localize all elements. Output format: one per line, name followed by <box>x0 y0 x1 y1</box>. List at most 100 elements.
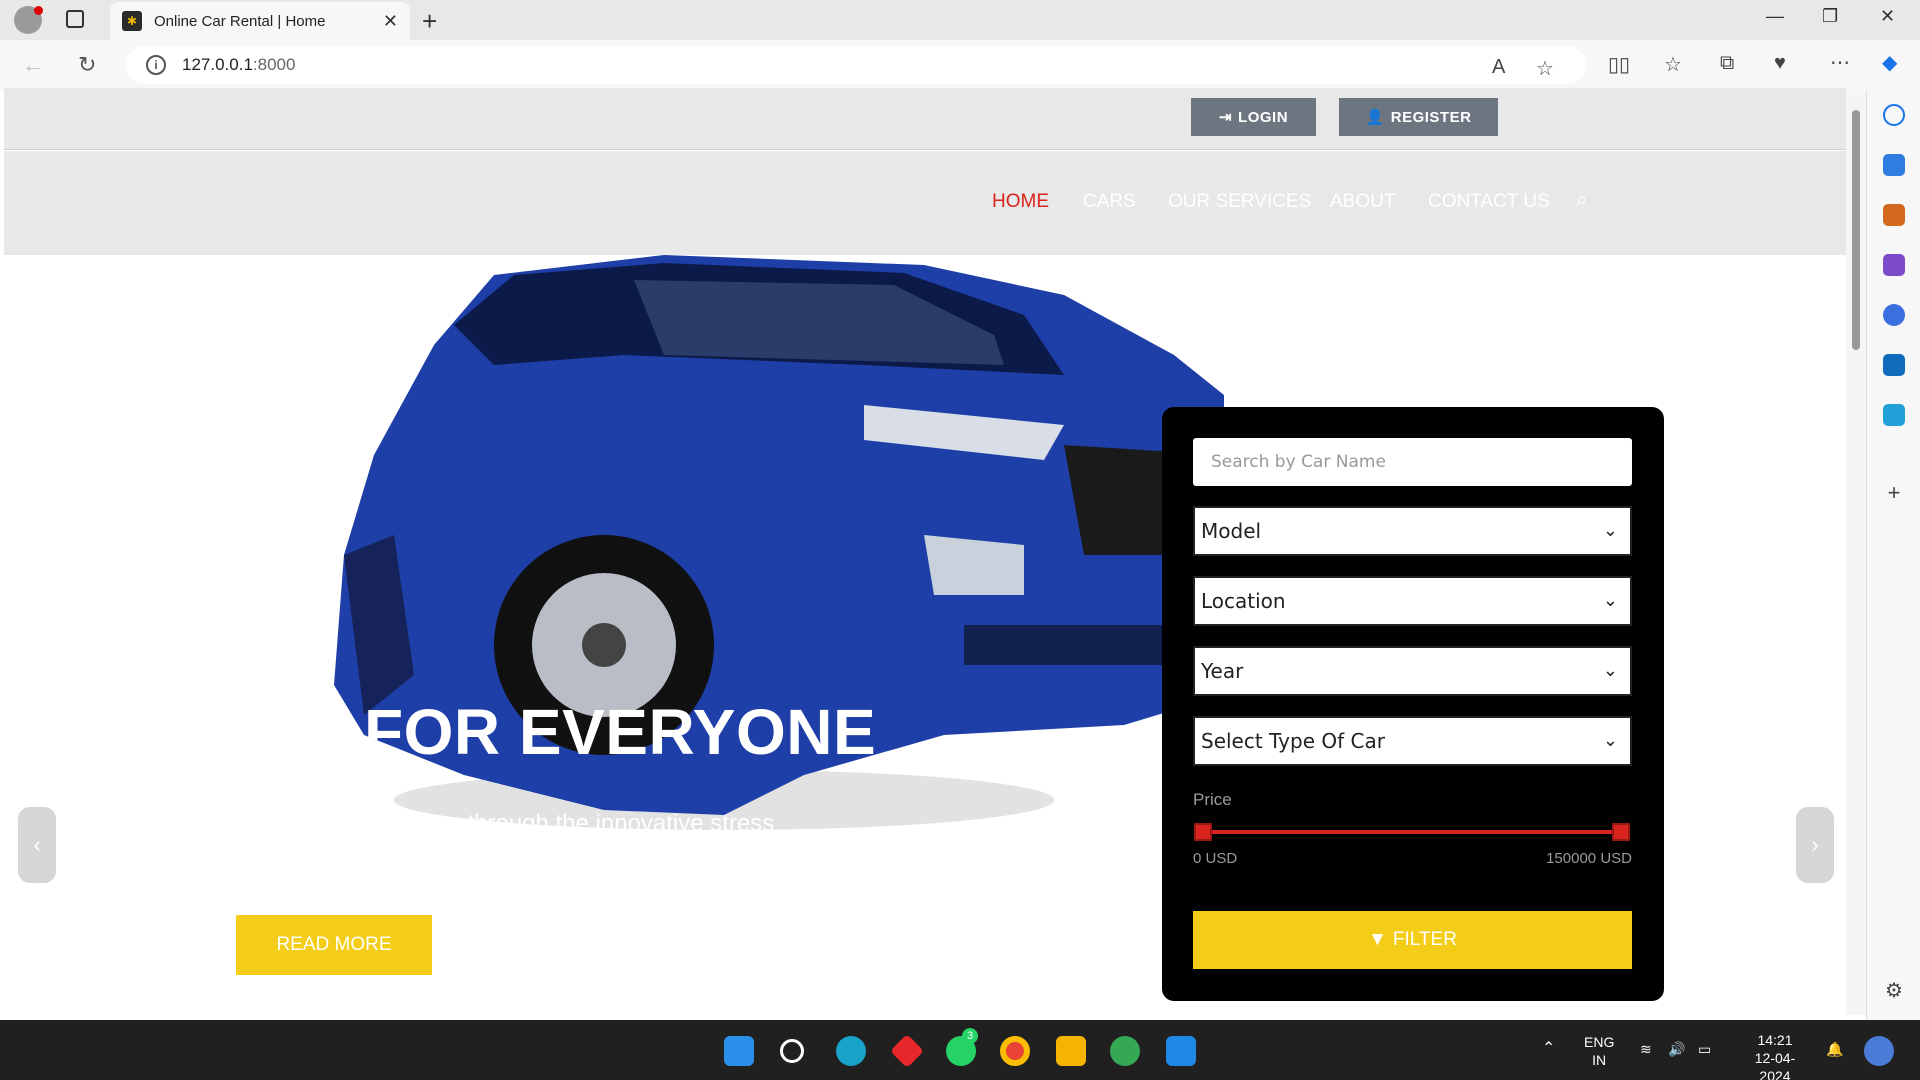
refresh-icon[interactable]: ↻ <box>78 52 96 78</box>
outlook-icon[interactable] <box>1883 354 1905 376</box>
webpage: ⇥ LOGIN 👤 REGISTER HOME CARS OUR SERVICE… <box>4 88 1846 1015</box>
taskbar: 3 ⌃ ENG IN ≋ 🔊 ▭ 14:21 12-04-2024 🔔 <box>0 1020 1920 1080</box>
file-explorer-icon[interactable] <box>1056 1036 1086 1066</box>
shopping-tag-icon[interactable] <box>1883 154 1905 176</box>
sidebar-settings-icon[interactable]: ⚙ <box>1883 980 1905 1002</box>
drop-icon[interactable] <box>1883 404 1905 426</box>
notification-dot <box>34 6 43 15</box>
page-scrollbar[interactable] <box>1846 90 1866 1015</box>
scrollbar-thumb[interactable] <box>1852 110 1860 350</box>
language-indicator[interactable]: ENG IN <box>1584 1033 1614 1069</box>
car-name-search-input[interactable]: Search by Car Name <box>1193 438 1632 486</box>
browser-tab[interactable]: ✱ Online Car Rental | Home ✕ <box>110 2 410 40</box>
price-label: Price <box>1193 790 1232 809</box>
microsoft-365-icon[interactable] <box>1883 304 1905 326</box>
add-sidebar-app-icon[interactable]: + <box>1883 482 1905 504</box>
site-favicon-icon: ✱ <box>122 11 142 31</box>
add-user-icon: 👤 <box>1365 109 1385 126</box>
tab-actions-icon[interactable] <box>66 10 84 28</box>
filter-label: FILTER <box>1392 929 1457 950</box>
tray-chevron-up-icon[interactable]: ⌃ <box>1542 1040 1555 1058</box>
new-tab-button[interactable]: + <box>422 6 437 37</box>
chevron-down-icon: ⌄ <box>1602 590 1618 611</box>
taskbar-search-icon[interactable] <box>780 1039 804 1063</box>
location-select-value: Location <box>1201 589 1286 613</box>
collections-icon[interactable]: ⧉ <box>1720 52 1734 75</box>
hero-description: to guide you through the innovative stre… <box>330 803 810 885</box>
close-tab-icon[interactable]: ✕ <box>383 11 398 32</box>
copilot-taskbar-icon[interactable] <box>1864 1036 1894 1066</box>
filter-icon: ▼ <box>1368 929 1387 950</box>
search-icon[interactable] <box>1883 104 1905 126</box>
location-select[interactable]: Location ⌄ <box>1193 576 1632 626</box>
price-min-label: 0 USD <box>1193 850 1238 867</box>
restore-button[interactable]: ❐ <box>1822 6 1838 27</box>
login-button[interactable]: ⇥ LOGIN <box>1191 98 1316 136</box>
carousel-next-button[interactable]: › <box>1796 807 1834 883</box>
chrome-icon[interactable] <box>1000 1036 1030 1066</box>
price-max-label: 150000 USD <box>1546 850 1632 867</box>
hero-description-line-2: oach in finding your dream car <box>330 851 653 878</box>
wifi-icon[interactable]: ≋ <box>1640 1040 1652 1058</box>
year-select[interactable]: Year ⌄ <box>1193 646 1632 696</box>
nav-our-services[interactable]: OUR SERVICES <box>1168 191 1311 213</box>
browser-tabbar: ✱ Online Car Rental | Home ✕ + — ❐ ✕ <box>0 0 1920 40</box>
tools-icon[interactable] <box>1883 204 1905 226</box>
model-select[interactable]: Model ⌄ <box>1193 506 1632 556</box>
read-more-button[interactable]: READ MORE <box>236 915 432 975</box>
top-bar: ⇥ LOGIN 👤 REGISTER <box>4 88 1846 150</box>
browser-sidebar: + ⚙ <box>1866 90 1920 1020</box>
nav-home[interactable]: HOME <box>992 191 1049 213</box>
price-max-handle[interactable] <box>1612 823 1630 841</box>
main-navbar: HOME CARS OUR SERVICES ABOUT CONTACT US … <box>4 151 1846 255</box>
search-icon[interactable]: ⌕ <box>1576 189 1587 212</box>
filter-button[interactable]: ▼ FILTER <box>1193 911 1632 969</box>
nav-about[interactable]: ABOUT <box>1330 191 1395 213</box>
start-windows-icon[interactable] <box>724 1036 754 1066</box>
chevron-down-icon: ⌄ <box>1602 730 1618 751</box>
car-type-select-value: Select Type Of Car <box>1201 729 1385 753</box>
chrome-profile-icon[interactable] <box>1110 1036 1140 1066</box>
volume-icon[interactable]: 🔊 <box>1668 1040 1685 1058</box>
gemini-app-icon[interactable] <box>890 1034 924 1068</box>
whatsapp-badge: 3 <box>962 1028 978 1044</box>
battery-icon[interactable]: ▭ <box>1698 1040 1711 1058</box>
chevron-down-icon: ⌄ <box>1602 660 1618 681</box>
year-select-value: Year <box>1201 659 1244 683</box>
car-type-select[interactable]: Select Type Of Car ⌄ <box>1193 716 1632 766</box>
register-label: REGISTER <box>1390 108 1472 126</box>
edge-browser-icon[interactable] <box>836 1036 866 1066</box>
read-aloud-icon[interactable]: A <box>1492 56 1505 79</box>
carousel-prev-button[interactable]: ‹ <box>18 807 56 883</box>
favorites-icon[interactable]: ☆ <box>1664 52 1682 77</box>
split-screen-icon[interactable]: ▯▯ <box>1608 52 1630 77</box>
clock[interactable]: 14:21 12-04-2024 <box>1740 1031 1810 1080</box>
nav-cars[interactable]: CARS <box>1083 191 1136 213</box>
minimize-button[interactable]: — <box>1766 6 1784 27</box>
login-label: LOGIN <box>1238 108 1289 126</box>
favorite-star-icon[interactable]: ☆ <box>1536 56 1554 81</box>
site-info-icon[interactable]: i <box>146 55 166 75</box>
games-icon[interactable] <box>1883 254 1905 276</box>
nav-contact-us[interactable]: CONTACT US <box>1428 191 1550 213</box>
url-host: 127.0.0.1 <box>182 55 253 74</box>
language-line-1: ENG <box>1584 1034 1615 1050</box>
more-menu-icon[interactable]: ⋯ <box>1830 50 1850 75</box>
browser-essentials-icon[interactable]: ♥ <box>1774 52 1786 75</box>
price-min-handle[interactable] <box>1194 823 1212 841</box>
notification-bell-icon[interactable]: 🔔 <box>1826 1040 1843 1058</box>
model-select-value: Model <box>1201 519 1262 543</box>
vscode-icon[interactable] <box>1166 1036 1196 1066</box>
price-range-track[interactable] <box>1200 830 1622 834</box>
filter-panel: Search by Car Name Model ⌄ Location ⌄ Ye… <box>1162 407 1664 1001</box>
close-window-button[interactable]: ✕ <box>1880 6 1895 27</box>
back-icon[interactable]: ← <box>22 52 44 78</box>
tab-title: Online Car Rental | Home <box>154 12 326 30</box>
login-icon: ⇥ <box>1218 109 1233 126</box>
address-bar[interactable]: i 127.0.0.1:8000 A ☆ <box>126 46 1586 84</box>
url-port: :8000 <box>252 55 296 74</box>
register-button[interactable]: 👤 REGISTER <box>1339 98 1498 136</box>
address-toolbar: ← ↻ i 127.0.0.1:8000 A ☆ ▯▯ ☆ ⧉ ♥ ⋯ ◆ <box>0 40 1920 90</box>
language-line-2: IN <box>1592 1052 1607 1068</box>
copilot-icon[interactable]: ◆ <box>1882 50 1897 75</box>
